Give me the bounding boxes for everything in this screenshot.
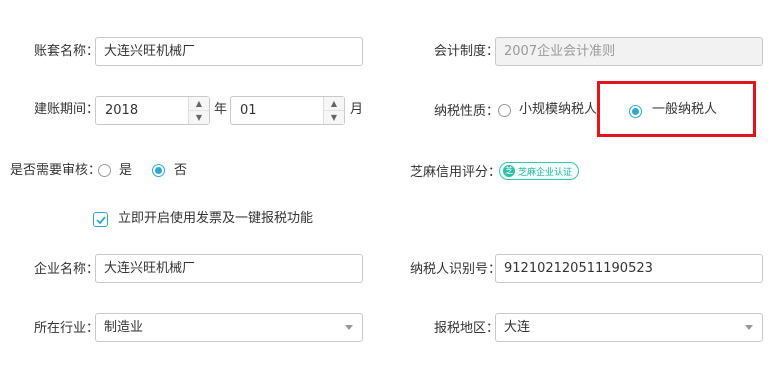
tax-region-label: 报税地区： [434, 321, 500, 336]
enable-invoice-checkbox[interactable] [93, 212, 108, 227]
sesame-icon: 芝 [503, 165, 515, 177]
month-spin-buttons: ▲ ▼ [323, 97, 344, 124]
check-icon [95, 215, 106, 224]
year-value: 2018 [105, 103, 139, 118]
company-name-input[interactable]: 大连兴旺机械厂 [95, 254, 363, 283]
accounting-system-label: 会计制度： [434, 44, 500, 59]
year-spinbox[interactable]: 2018 ▲ ▼ [95, 96, 210, 125]
start-period-label: 建账期间： [34, 102, 100, 117]
review-no-label[interactable]: 否 [174, 162, 187, 180]
company-name-label: 企业名称： [34, 262, 100, 277]
industry-select[interactable]: 制造业 [95, 313, 363, 342]
review-yes-label[interactable]: 是 [119, 162, 132, 180]
taxpayer-type-label: 纳税性质： [434, 104, 500, 119]
account-name-input[interactable]: 大连兴旺机械厂 [95, 37, 363, 66]
sesame-credit-badge[interactable]: 芝 芝麻企业认证 [499, 162, 580, 180]
industry-label: 所在行业： [34, 321, 100, 336]
sesame-credit-label: 芝麻信用评分： [410, 165, 502, 180]
accounting-system-input[interactable]: 2007企业会计准则 [495, 37, 763, 66]
spin-down-icon[interactable]: ▼ [324, 111, 344, 124]
year-spin-buttons: ▲ ▼ [188, 97, 209, 124]
industry-value: 制造业 [104, 320, 144, 335]
spin-up-icon[interactable]: ▲ [324, 97, 344, 111]
month-spinbox[interactable]: 01 ▲ ▼ [230, 96, 345, 125]
chevron-down-icon[interactable] [745, 325, 753, 330]
chevron-down-icon[interactable] [345, 325, 353, 330]
tax-region-select[interactable]: 大连 [495, 313, 763, 342]
spin-up-icon[interactable]: ▲ [189, 97, 209, 111]
requires-review-label: 是否需要审核： [10, 163, 102, 178]
highlight-annotation [597, 81, 756, 137]
taxpayer-id-input[interactable]: 912102120511190523 [495, 254, 763, 283]
radio-review-yes[interactable] [98, 164, 111, 177]
account-name-label: 账套名称： [34, 44, 100, 59]
month-value: 01 [240, 103, 257, 118]
radio-small-scale-taxpayer[interactable] [498, 104, 511, 117]
small-scale-taxpayer-label[interactable]: 小规模纳税人 [519, 101, 597, 119]
enable-invoice-label[interactable]: 立即开启使用发票及一键报税功能 [118, 210, 313, 228]
tax-region-value: 大连 [504, 320, 531, 335]
radio-review-no[interactable] [152, 164, 165, 177]
year-unit-label: 年 [214, 102, 228, 117]
spin-down-icon[interactable]: ▼ [189, 111, 209, 124]
taxpayer-id-label: 纳税人识别号： [410, 262, 502, 277]
month-unit-label: 月 [350, 102, 364, 117]
sesame-badge-text: 芝麻企业认证 [518, 167, 573, 178]
